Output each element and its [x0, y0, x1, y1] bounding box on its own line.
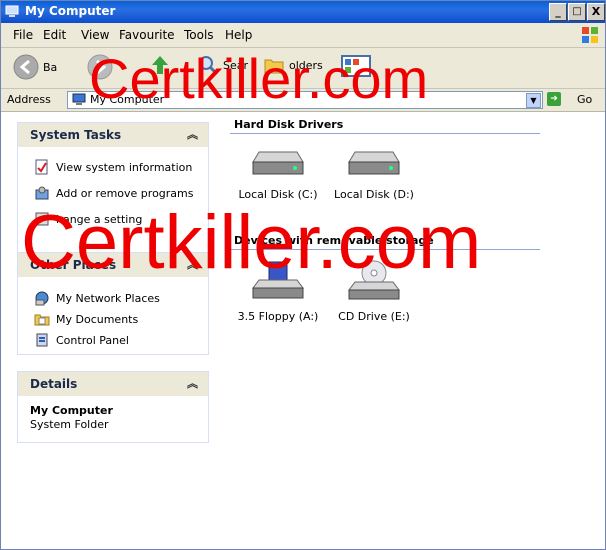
- system-info-icon: [35, 159, 48, 175]
- menu-bar: File Edit View Favourite Tools Help: [1, 23, 605, 48]
- menu-favourite[interactable]: Favourite: [119, 28, 175, 42]
- hard-disk-icon: [252, 151, 304, 175]
- watermark-top: Certkiller.com: [89, 47, 429, 110]
- title-bar[interactable]: My Computer _ □ X: [1, 1, 605, 23]
- windows-logo-icon: [582, 27, 598, 43]
- address-label: Address: [7, 93, 51, 106]
- watermark-middle: Certkiller.com: [21, 200, 482, 285]
- my-computer-icon: [72, 93, 86, 105]
- go-arrow-icon[interactable]: ➜: [547, 92, 561, 106]
- task-label: View system information: [56, 160, 193, 174]
- details-type: System Folder: [30, 418, 109, 431]
- collapse-chevron-icon[interactable]: ︽: [187, 126, 198, 142]
- drive-local-disk-c[interactable]: Local Disk (C:): [233, 146, 323, 201]
- drive-local-disk-d[interactable]: Local Disk (D:): [329, 146, 419, 201]
- back-button[interactable]: Ba: [13, 54, 57, 80]
- drive-label: CD Drive (E:): [338, 310, 410, 323]
- task-add-remove-programs[interactable]: Add or remove programs: [34, 185, 194, 201]
- menu-edit[interactable]: Edit: [43, 28, 66, 42]
- system-tasks-header[interactable]: System Tasks ︽: [18, 123, 208, 147]
- control-panel-icon: [36, 333, 48, 347]
- hard-disk-icon: [348, 151, 400, 175]
- my-computer-icon: [5, 5, 19, 17]
- task-label: Add or remove programs: [56, 186, 194, 200]
- place-label: My Network Places: [56, 291, 160, 305]
- details-name: My Computer: [30, 404, 113, 417]
- network-places-icon: [35, 291, 49, 306]
- hard-disk-group-title: Hard Disk Drivers: [234, 118, 344, 131]
- content-area: Hard Disk Drivers Local Disk (C:) Local …: [222, 112, 605, 549]
- collapse-chevron-icon[interactable]: ︽: [187, 375, 198, 391]
- place-control-panel[interactable]: Control Panel: [34, 332, 129, 348]
- menu-file[interactable]: File: [13, 28, 33, 42]
- minimize-button[interactable]: _: [549, 3, 567, 21]
- drive-label: 3.5 Floppy (A:): [237, 310, 319, 323]
- details-header[interactable]: Details ︽: [18, 372, 208, 396]
- documents-folder-icon: [34, 314, 50, 326]
- place-label: Control Panel: [56, 333, 129, 347]
- chevron-down-icon[interactable]: ▼: [526, 93, 541, 108]
- add-remove-programs-icon: [35, 186, 49, 200]
- task-pane: System Tasks ︽ View system information A…: [1, 112, 221, 549]
- place-my-network-places[interactable]: My Network Places: [34, 290, 160, 306]
- window: My Computer _ □ X File Edit View Favouri…: [0, 0, 606, 550]
- window-title: My Computer: [25, 4, 116, 18]
- maximize-button[interactable]: □: [568, 3, 586, 21]
- menu-tools[interactable]: Tools: [184, 28, 214, 42]
- go-button[interactable]: Go: [577, 93, 592, 106]
- group-divider: [230, 133, 540, 134]
- menu-view[interactable]: View: [81, 28, 109, 42]
- task-view-system-info[interactable]: View system information: [34, 159, 192, 175]
- close-button[interactable]: X: [587, 3, 605, 21]
- menu-help[interactable]: Help: [225, 28, 252, 42]
- back-arrow-icon: [13, 54, 39, 80]
- details-title: Details: [30, 377, 78, 391]
- details-panel: Details ︽ My Computer System Folder: [17, 371, 209, 443]
- place-my-documents[interactable]: My Documents: [34, 311, 138, 327]
- place-label: My Documents: [56, 312, 139, 326]
- back-label: Ba: [43, 60, 58, 74]
- system-tasks-title: System Tasks: [30, 128, 122, 142]
